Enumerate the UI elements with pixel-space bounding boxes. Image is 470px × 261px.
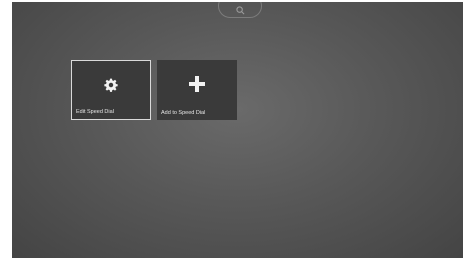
tile-icon-wrap xyxy=(157,74,237,94)
search-icon xyxy=(236,6,245,15)
plus-icon xyxy=(189,76,205,92)
tile-label: Edit Speed Dial xyxy=(76,109,114,115)
gear-icon xyxy=(104,78,118,92)
add-to-speed-dial-tile[interactable]: Add to Speed Dial xyxy=(157,60,237,120)
tile-label: Add to Speed Dial xyxy=(161,110,206,116)
search-button[interactable] xyxy=(218,2,262,18)
tile-icon-wrap xyxy=(72,75,150,95)
edit-speed-dial-tile[interactable]: Edit Speed Dial xyxy=(71,60,151,120)
speed-dial-page: Edit Speed Dial Add to Speed Dial xyxy=(12,2,463,258)
